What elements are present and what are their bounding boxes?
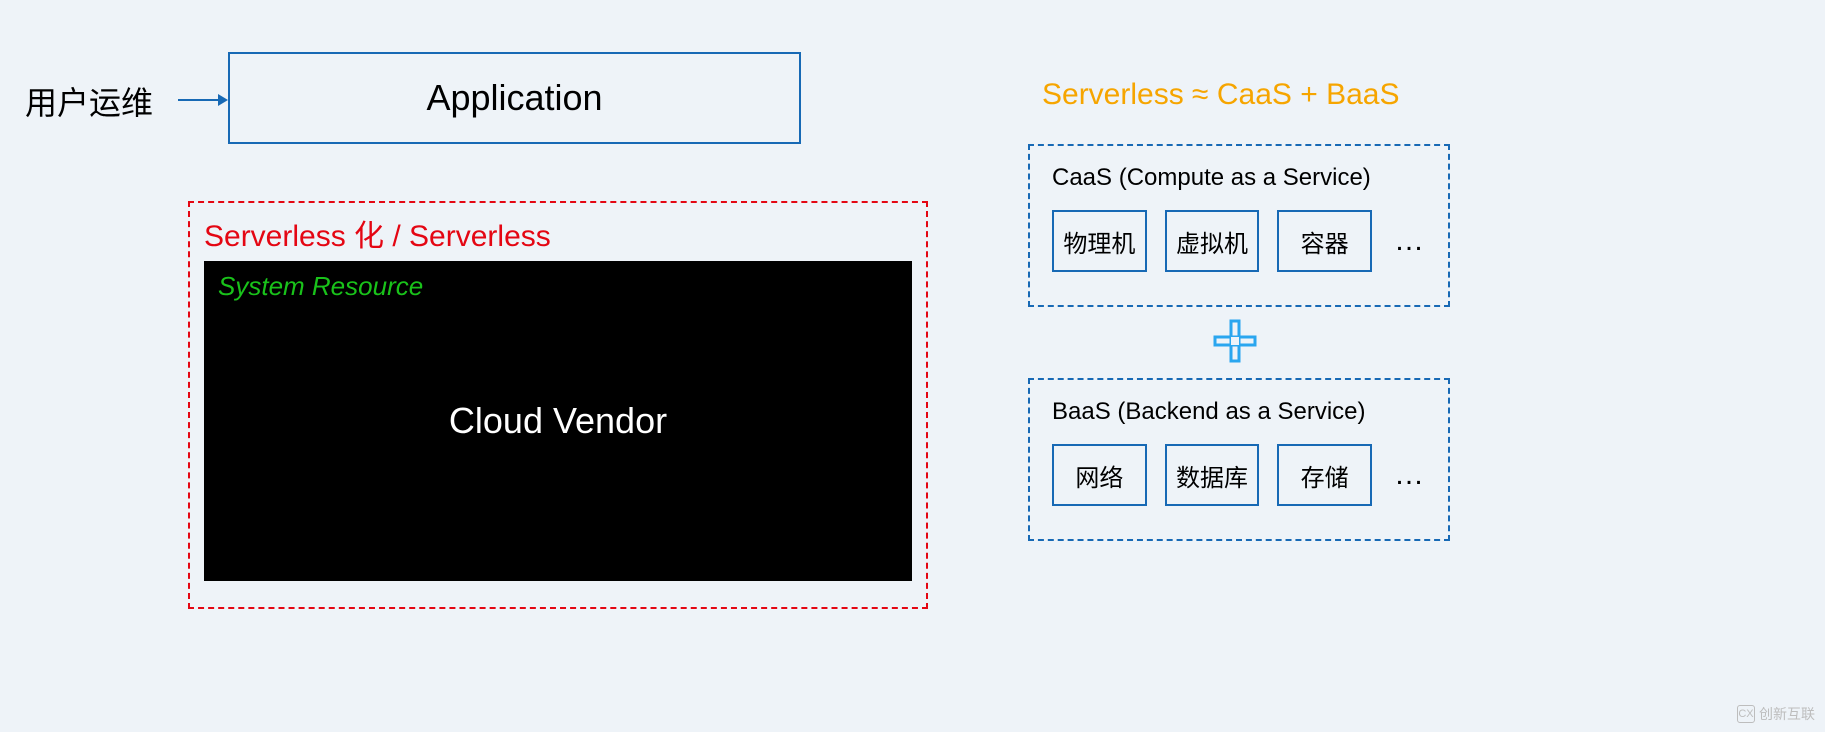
caas-item: 虚拟机 [1165,210,1260,272]
watermark: CX 创新互联 [1737,704,1815,724]
serverless-title: Serverless 化 / Serverless [204,211,912,255]
ellipsis-icon: … [1390,224,1426,258]
user-ops-label: 用户运维 [25,78,153,124]
baas-title: BaaS (Backend as a Service) [1052,398,1426,426]
caas-item: 容器 [1277,210,1372,272]
cloud-vendor-box: System Resource Cloud Vendor [204,261,912,581]
caas-item: 物理机 [1052,210,1147,272]
watermark-text: 创新互联 [1759,704,1815,724]
baas-item: 存储 [1277,444,1372,506]
baas-item-row: 网络 数据库 存储 … [1052,444,1426,506]
baas-box: BaaS (Backend as a Service) 网络 数据库 存储 … [1028,378,1450,541]
caas-item-row: 物理机 虚拟机 容器 … [1052,210,1426,272]
plus-icon [1213,319,1257,363]
baas-item: 数据库 [1165,444,1260,506]
application-label: Application [426,77,602,119]
baas-item: 网络 [1052,444,1147,506]
cloud-vendor-label: Cloud Vendor [449,400,667,442]
ellipsis-icon: … [1390,458,1426,492]
serverless-formula: Serverless ≈ CaaS + BaaS [1042,78,1399,112]
application-box: Application [228,52,801,144]
watermark-logo-icon: CX [1737,705,1755,723]
caas-title: CaaS (Compute as a Service) [1052,164,1426,192]
caas-box: CaaS (Compute as a Service) 物理机 虚拟机 容器 … [1028,144,1450,307]
arrow-icon [178,90,228,110]
system-resource-label: System Resource [218,271,423,302]
serverless-container: Serverless 化 / Serverless System Resourc… [188,201,928,609]
